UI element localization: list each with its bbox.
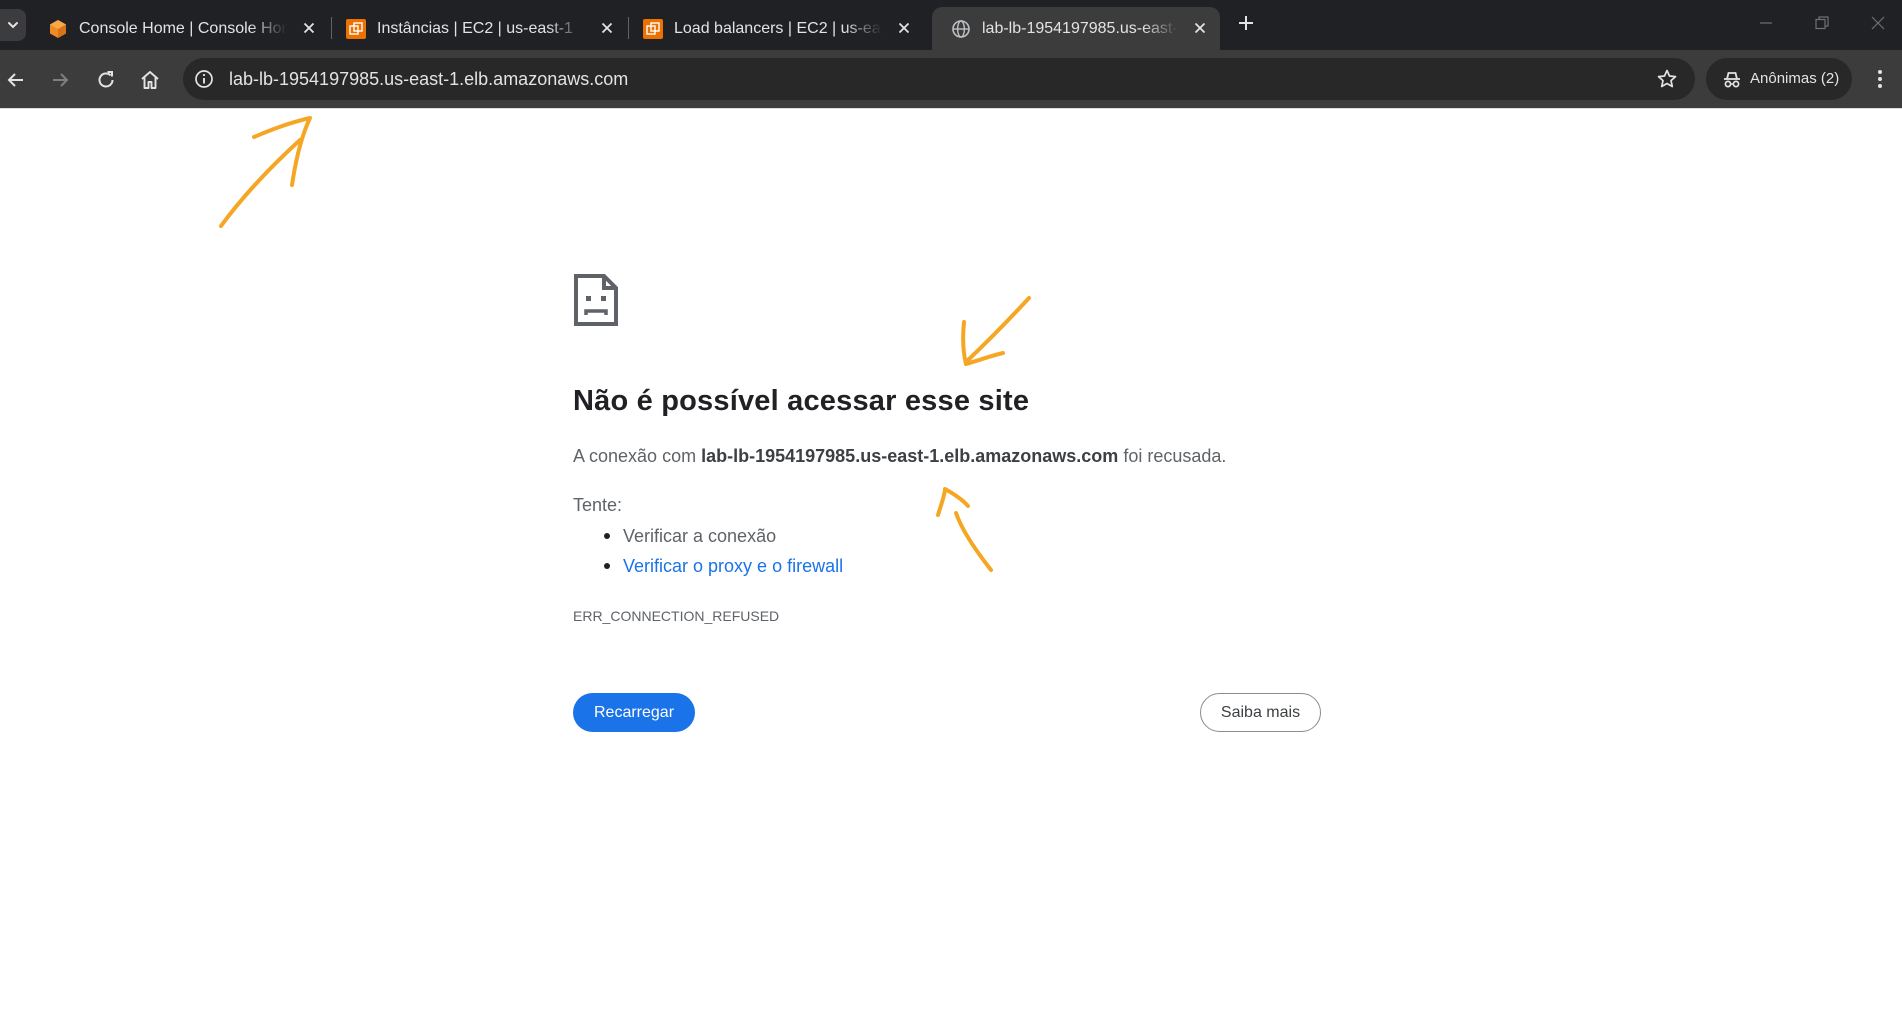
suggestions-list: Verificar a conexão Verificar o proxy e … [573,523,843,583]
incognito-icon [1724,72,1740,88]
error-description: A conexão com lab-lb-1954197985.us-east-… [573,446,1226,467]
bookmark-star-icon[interactable] [1655,67,1679,91]
suggestion-check-connection: Verificar a conexão [573,523,843,553]
annotation-arrow-url [219,116,312,228]
incognito-label: Anônimas (2) [1750,70,1840,87]
suggestion-check-proxy-link[interactable]: Verificar o proxy e o firewall [573,553,843,583]
reload-icon[interactable] [94,68,118,92]
address-bar[interactable]: lab-lb-1954197985.us-east-1.elb.amazonaw… [183,58,1695,100]
annotation-arrows [219,116,1031,572]
tab-title: Console Home | Console Home [79,20,287,37]
info-icon[interactable] [193,68,215,90]
tab-title: Load balancers | EC2 | us-east-1 [674,20,882,37]
close-icon[interactable] [301,20,317,36]
annotation-arrow-host [936,487,993,572]
tab-lab-lb[interactable]: lab-lb-1954197985.us-east-1.elb.amazonaw… [932,7,1220,50]
tab-console-home[interactable]: Console Home | Console Home [29,7,329,50]
home-icon[interactable] [138,68,162,92]
tab-instancias[interactable]: Instâncias | EC2 | us-east-1 [327,7,627,50]
aws-cube-icon [50,20,66,38]
annotation-arrow-title [961,296,1031,366]
back-arrow-icon[interactable] [4,68,28,92]
new-tab-plus-icon[interactable] [1236,13,1256,33]
tab-title: lab-lb-1954197985.us-east-1.elb.amazonaw… [982,20,1178,37]
incognito-badge[interactable]: Anônimas (2) [1706,58,1852,100]
more-vert-icon[interactable] [1868,66,1892,92]
error-desc-suffix: foi recusada. [1123,446,1227,466]
minimize-icon[interactable] [1758,15,1774,31]
error-desc-prefix: A conexão com [573,446,697,466]
url-text[interactable]: lab-lb-1954197985.us-east-1.elb.amazonaw… [229,69,628,90]
globe-icon [952,20,970,38]
close-icon[interactable] [599,20,615,36]
forward-arrow-icon[interactable] [48,68,72,92]
reload-button[interactable]: Recarregar [573,693,695,732]
sad-page-icon [574,274,618,326]
try-label: Tente: [573,495,623,515]
tab-search-button[interactable] [0,9,26,41]
ec2-icon [643,19,663,39]
tab-title: Instâncias | EC2 | us-east-1 [377,20,573,37]
close-icon[interactable] [1192,20,1208,36]
error-code: ERR_CONNECTION_REFUSED [573,608,780,624]
restore-icon[interactable] [1814,15,1830,31]
tab-strip: Console Home | Console Home Instâncias |… [0,0,1902,50]
tab-load-balancers[interactable]: Load balancers | EC2 | us-east-1 [624,7,924,50]
error-title: Não é possível acessar esse site [573,385,1030,417]
ec2-icon [346,19,366,39]
error-host: lab-lb-1954197985.us-east-1.elb.amazonaw… [701,446,1119,466]
close-icon[interactable] [896,20,912,36]
learn-more-button[interactable]: Saiba mais [1200,693,1321,732]
chevron-down-icon [8,22,18,29]
content-divider [0,108,1902,109]
browser-toolbar: lab-lb-1954197985.us-east-1.elb.amazonaw… [0,50,1902,109]
close-window-icon[interactable] [1870,15,1886,31]
